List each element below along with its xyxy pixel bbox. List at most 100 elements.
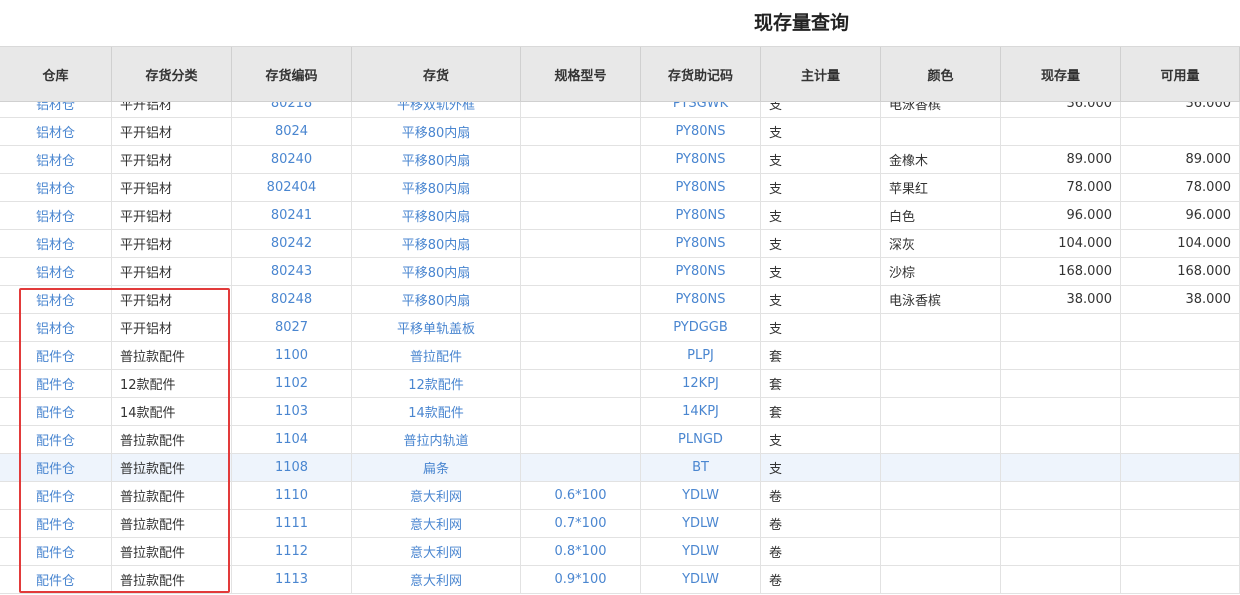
cell-code[interactable]: 80248	[232, 286, 352, 313]
cell-warehouse[interactable]: 铝材仓	[0, 286, 112, 313]
cell-mnemonic[interactable]: BT	[641, 454, 761, 481]
cell-code[interactable]: 1111	[232, 510, 352, 537]
cell-code[interactable]: 1113	[232, 566, 352, 593]
cell-spec[interactable]	[521, 174, 641, 201]
table-row[interactable]: 配件仓 普拉款配件 1110 意大利网 0.6*100 YDLW 卷	[0, 482, 1240, 510]
cell-code[interactable]: 80240	[232, 146, 352, 173]
cell-warehouse[interactable]: 铝材仓	[0, 118, 112, 145]
column-header-mnemonic[interactable]: 存货助记码	[641, 47, 761, 101]
cell-warehouse[interactable]: 配件仓	[0, 510, 112, 537]
cell-code[interactable]: 80243	[232, 258, 352, 285]
cell-code[interactable]: 1110	[232, 482, 352, 509]
cell-code[interactable]: 1103	[232, 398, 352, 425]
cell-item[interactable]: 14款配件	[352, 398, 521, 425]
cell-spec[interactable]	[521, 454, 641, 481]
table-row[interactable]: 配件仓 普拉款配件 1113 意大利网 0.9*100 YDLW 卷	[0, 566, 1240, 594]
column-header-available[interactable]: 可用量	[1121, 47, 1240, 101]
cell-spec[interactable]	[521, 426, 641, 453]
cell-spec[interactable]	[521, 118, 641, 145]
table-row[interactable]: 铝材仓 平开铝材 80248 平移80内扇 PY80NS 支电泳香槟 38.000 38.00…	[0, 286, 1240, 314]
cell-spec[interactable]	[521, 230, 641, 257]
cell-mnemonic[interactable]: PY80NS	[641, 258, 761, 285]
cell-code[interactable]: 1112	[232, 538, 352, 565]
cell-code[interactable]: 1100	[232, 342, 352, 369]
cell-spec[interactable]	[521, 258, 641, 285]
cell-spec[interactable]	[521, 398, 641, 425]
cell-code[interactable]: 802404	[232, 174, 352, 201]
table-row[interactable]: 铝材仓 平开铝材 8024 平移80内扇 PY80NS 支	[0, 118, 1240, 146]
cell-item[interactable]: 平移80内扇	[352, 146, 521, 173]
cell-code[interactable]: 1104	[232, 426, 352, 453]
cell-warehouse[interactable]: 铝材仓	[0, 174, 112, 201]
cell-code[interactable]: 8024	[232, 118, 352, 145]
cell-item[interactable]: 平移80内扇	[352, 258, 521, 285]
cell-mnemonic[interactable]: 12KPJ	[641, 370, 761, 397]
cell-mnemonic[interactable]: PLPJ	[641, 342, 761, 369]
column-header-code[interactable]: 存货编码	[232, 47, 352, 101]
cell-item[interactable]: 平移80内扇	[352, 174, 521, 201]
column-header-category[interactable]: 存货分类	[112, 47, 232, 101]
column-header-warehouse[interactable]: 仓库	[0, 47, 112, 101]
cell-item[interactable]: 普拉配件	[352, 342, 521, 369]
cell-item[interactable]: 平移80内扇	[352, 202, 521, 229]
column-header-color[interactable]: 颜色	[881, 47, 1001, 101]
cell-mnemonic[interactable]: PY80NS	[641, 146, 761, 173]
cell-spec[interactable]: 0.8*100	[521, 538, 641, 565]
cell-warehouse[interactable]: 配件仓	[0, 342, 112, 369]
cell-item[interactable]: 平移80内扇	[352, 286, 521, 313]
column-header-qty[interactable]: 现存量	[1001, 47, 1121, 101]
cell-warehouse[interactable]: 铝材仓	[0, 202, 112, 229]
table-row[interactable]: 配件仓 普拉款配件 1100 普拉配件 PLPJ 套	[0, 342, 1240, 370]
table-row[interactable]: 配件仓 普拉款配件 1104 普拉内轨道 PLNGD 支	[0, 426, 1240, 454]
cell-item[interactable]: 意大利网	[352, 482, 521, 509]
cell-spec[interactable]: 0.6*100	[521, 482, 641, 509]
column-header-item[interactable]: 存货	[352, 47, 521, 101]
cell-item[interactable]: 意大利网	[352, 510, 521, 537]
table-row[interactable]: 铝材仓 平开铝材 802404 平移80内扇 PY80NS 支苹果红 78.000 78.00…	[0, 174, 1240, 202]
cell-warehouse[interactable]: 铝材仓	[0, 230, 112, 257]
cell-code[interactable]: 8027	[232, 314, 352, 341]
cell-mnemonic[interactable]: YDLW	[641, 566, 761, 593]
cell-warehouse[interactable]: 配件仓	[0, 566, 112, 593]
cell-mnemonic[interactable]: PY80NS	[641, 202, 761, 229]
cell-spec[interactable]	[521, 370, 641, 397]
cell-spec[interactable]	[521, 286, 641, 313]
cell-warehouse[interactable]: 配件仓	[0, 454, 112, 481]
cell-warehouse[interactable]: 铝材仓	[0, 146, 112, 173]
cell-warehouse[interactable]: 配件仓	[0, 398, 112, 425]
table-row[interactable]: 铝材仓 平开铝材 80241 平移80内扇 PY80NS 支白色 96.000 96.000	[0, 202, 1240, 230]
cell-mnemonic[interactable]: YDLW	[641, 538, 761, 565]
cell-mnemonic[interactable]: PYDGGB	[641, 314, 761, 341]
cell-mnemonic[interactable]: PY80NS	[641, 286, 761, 313]
cell-item[interactable]: 12款配件	[352, 370, 521, 397]
table-row[interactable]: 铝材仓 平开铝材 80240 平移80内扇 PY80NS 支金橡木 89.000 89.000	[0, 146, 1240, 174]
column-header-unit[interactable]: 主计量	[761, 47, 881, 101]
cell-item[interactable]: 扁条	[352, 454, 521, 481]
cell-spec[interactable]	[521, 342, 641, 369]
cell-mnemonic[interactable]: PLNGD	[641, 426, 761, 453]
cell-mnemonic[interactable]: YDLW	[641, 482, 761, 509]
cell-spec[interactable]: 0.7*100	[521, 510, 641, 537]
cell-spec[interactable]	[521, 202, 641, 229]
cell-spec[interactable]	[521, 146, 641, 173]
table-row[interactable]: 铝材仓 平开铝材 8027 平移单轨盖板 PYDGGB 支	[0, 314, 1240, 342]
cell-spec[interactable]	[521, 314, 641, 341]
cell-warehouse[interactable]: 配件仓	[0, 482, 112, 509]
cell-warehouse[interactable]: 铝材仓	[0, 258, 112, 285]
table-row[interactable]: 配件仓 12款配件 1102 12款配件 12KPJ 套	[0, 370, 1240, 398]
cell-item[interactable]: 普拉内轨道	[352, 426, 521, 453]
table-row[interactable]: 配件仓 14款配件 1103 14款配件 14KPJ 套	[0, 398, 1240, 426]
table-row[interactable]: 配件仓 普拉款配件 1111 意大利网 0.7*100 YDLW 卷	[0, 510, 1240, 538]
cell-code[interactable]: 80242	[232, 230, 352, 257]
cell-code[interactable]: 1102	[232, 370, 352, 397]
table-row[interactable]: 铝材仓 平开铝材 80243 平移80内扇 PY80NS 支沙棕 168.000 168.00…	[0, 258, 1240, 286]
cell-warehouse[interactable]: 铝材仓	[0, 314, 112, 341]
cell-mnemonic[interactable]: PY80NS	[641, 118, 761, 145]
cell-item[interactable]: 意大利网	[352, 538, 521, 565]
cell-mnemonic[interactable]: YDLW	[641, 510, 761, 537]
cell-mnemonic[interactable]: 14KPJ	[641, 398, 761, 425]
cell-warehouse[interactable]: 配件仓	[0, 370, 112, 397]
table-row[interactable]: 铝材仓 平开铝材 80242 平移80内扇 PY80NS 支深灰 104.000 104.00…	[0, 230, 1240, 258]
cell-spec[interactable]: 0.9*100	[521, 566, 641, 593]
cell-warehouse[interactable]: 配件仓	[0, 538, 112, 565]
